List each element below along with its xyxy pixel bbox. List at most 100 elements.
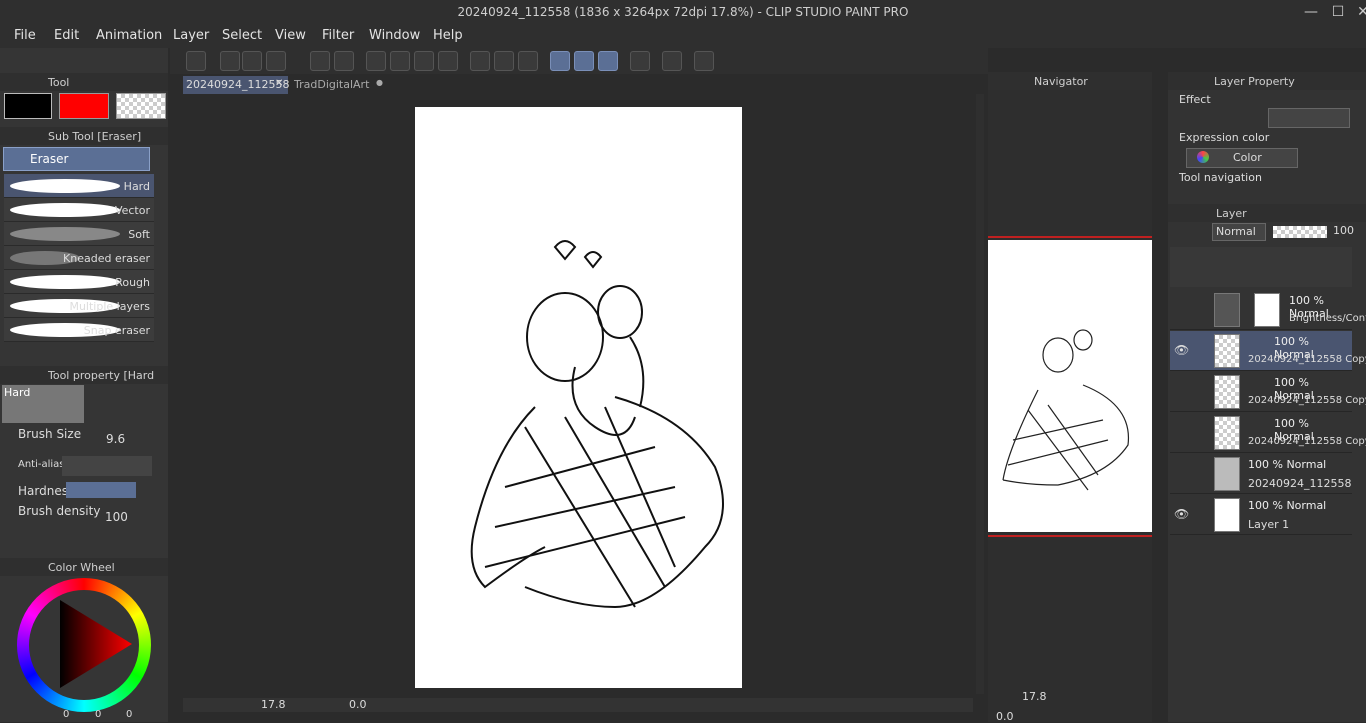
- selection-border-icon[interactable]: [518, 51, 538, 71]
- layer-row[interactable]: 100 % Normal 20240924_112558 Copy: [1170, 413, 1366, 453]
- canvas-angle-value[interactable]: 0.0: [349, 698, 367, 711]
- menu-layer[interactable]: Layer: [173, 28, 209, 43]
- tab-close-icon[interactable]: ✕: [275, 78, 283, 89]
- layer-property-header: Layer Property: [1168, 72, 1366, 90]
- subtool-item-multiple-layers[interactable]: Multiple layers: [4, 294, 154, 318]
- canvas-paper[interactable]: [415, 107, 742, 688]
- layer-thumbnail: [1214, 375, 1240, 409]
- deselect-icon[interactable]: [470, 51, 490, 71]
- help-icon[interactable]: [630, 51, 650, 71]
- loading-icon[interactable]: [366, 51, 386, 71]
- menu-view[interactable]: View: [275, 28, 306, 43]
- saturation-triangle[interactable]: [40, 600, 136, 690]
- transparent-color-swatch[interactable]: [116, 93, 166, 119]
- tool-preset-label: Hard: [4, 386, 31, 399]
- navigator-frame-top: [988, 236, 1152, 238]
- menu-select[interactable]: Select: [222, 28, 262, 43]
- subtool-group-eraser[interactable]: Eraser: [3, 147, 150, 171]
- transform-icon[interactable]: [438, 51, 458, 71]
- maximize-button[interactable]: ☐: [1327, 2, 1349, 22]
- fill-icon[interactable]: [414, 51, 434, 71]
- canvas-vertical-scrollbar[interactable]: [976, 94, 984, 694]
- hardness-slider[interactable]: [66, 482, 136, 498]
- navigator-title: Navigator: [1034, 75, 1088, 88]
- menu-help[interactable]: Help: [433, 28, 463, 43]
- eye-icon[interactable]: 👁: [1174, 507, 1189, 521]
- canvas-area[interactable]: 17.8 0.0: [183, 94, 973, 712]
- open-file-icon[interactable]: [242, 51, 262, 71]
- close-button[interactable]: ✕: [1352, 2, 1366, 22]
- brush-density-value[interactable]: 100: [105, 510, 128, 524]
- tool-property-title: Tool property [Hard: [48, 369, 155, 382]
- undo-icon[interactable]: [310, 51, 330, 71]
- subtool-item-soft[interactable]: Soft: [4, 222, 154, 246]
- effect-label: Effect: [1179, 93, 1211, 106]
- value-value: 0: [126, 709, 133, 720]
- canvas-zoom-value[interactable]: 17.8: [261, 698, 286, 711]
- tab-label: 20240924_112558: [186, 78, 290, 91]
- subtool-item-kneaded[interactable]: Kneaded eraser: [4, 246, 154, 270]
- menu-animation[interactable]: Animation: [96, 28, 162, 43]
- layer-row[interactable]: 100 % Normal 20240924_112558: [1170, 454, 1352, 494]
- navigator-preview[interactable]: [988, 240, 1152, 532]
- redo-icon[interactable]: [334, 51, 354, 71]
- color-wheel-header: Color Wheel: [0, 558, 168, 576]
- navigator-angle-value[interactable]: 0.0: [996, 710, 1014, 723]
- save-icon[interactable]: [266, 51, 286, 71]
- tool-preset-preview: Hard: [2, 385, 84, 423]
- layer-row-selected[interactable]: 👁 100 % Normal 20240924_112558 Copy 2 2: [1170, 331, 1366, 371]
- canvas-statusbar: 17.8 0.0: [183, 698, 973, 712]
- layer-thumbnail: [1214, 293, 1240, 327]
- layer-row[interactable]: 100 % Normal Brightness/Contr: [1170, 290, 1366, 330]
- ask-icon[interactable]: [662, 51, 682, 71]
- brush-size-value[interactable]: 9.6: [106, 432, 125, 446]
- subtool-item-snap[interactable]: Snap eraser: [4, 318, 154, 342]
- color-wheel-title: Color Wheel: [48, 561, 115, 574]
- menu-file[interactable]: File: [14, 28, 36, 43]
- navigator-zoom-value[interactable]: 17.8: [1022, 690, 1047, 703]
- opacity-slider[interactable]: [1273, 226, 1327, 238]
- layer-thumbnail: [1214, 334, 1240, 368]
- sub-color-swatch[interactable]: [59, 93, 109, 119]
- minimize-button[interactable]: —: [1300, 2, 1322, 22]
- layer-name: Layer 1: [1248, 518, 1290, 531]
- clear-icon[interactable]: [390, 51, 410, 71]
- color-mode-icon: [1197, 151, 1209, 163]
- layer-panel-header: Layer: [1168, 204, 1366, 222]
- blend-mode-select[interactable]: Normal: [1212, 223, 1266, 241]
- subtool-item-vector[interactable]: Vector: [4, 198, 154, 222]
- effect-buttons[interactable]: [1268, 108, 1350, 128]
- opacity-value[interactable]: 100: [1333, 224, 1354, 237]
- subtool-item-hard[interactable]: Hard: [4, 174, 154, 198]
- special-ruler-snap-icon[interactable]: [574, 51, 594, 71]
- menu-filter[interactable]: Filter: [322, 28, 354, 43]
- navigator-header: Navigator: [988, 72, 1152, 90]
- companion-icon[interactable]: [694, 51, 714, 71]
- invert-selection-icon[interactable]: [494, 51, 514, 71]
- hue-value: 0: [63, 709, 70, 720]
- menu-edit[interactable]: Edit: [54, 28, 79, 43]
- layer-toolbar: [1170, 247, 1352, 287]
- tab-20240924-112558[interactable]: 20240924_112558 ✕: [183, 76, 290, 94]
- grid-snap-icon[interactable]: [598, 51, 618, 71]
- menu-window[interactable]: Window: [369, 28, 420, 43]
- subtool-label: Snap eraser: [83, 324, 150, 337]
- layer-row[interactable]: 100 % Normal 20240924_112558 Copy 2: [1170, 372, 1366, 412]
- new-file-icon[interactable]: [220, 51, 240, 71]
- layer-thumbnail: [1214, 457, 1240, 491]
- eye-icon[interactable]: 👁: [1174, 343, 1189, 357]
- expression-color-select[interactable]: Color: [1186, 148, 1298, 168]
- layer-name: 20240924_112558 Copy 2: [1248, 395, 1366, 406]
- command-bar: [170, 48, 988, 74]
- main-color-swatch[interactable]: [4, 93, 52, 119]
- antialias-selector[interactable]: [62, 456, 152, 476]
- drawing-artwork: [470, 240, 724, 609]
- layer-row[interactable]: 👁 100 % Normal Layer 1: [1170, 495, 1352, 535]
- navigator-frame-bottom: [988, 535, 1152, 537]
- layer-mode: 100 % Normal: [1248, 499, 1327, 512]
- subtool-item-rough[interactable]: Rough: [4, 270, 154, 294]
- layer-panel-title: Layer: [1216, 207, 1247, 220]
- ruler-snap-icon[interactable]: [550, 51, 570, 71]
- clip-studio-icon[interactable]: [186, 51, 206, 71]
- tab-tradigitalart[interactable]: TradDigitalArt ●: [290, 76, 390, 94]
